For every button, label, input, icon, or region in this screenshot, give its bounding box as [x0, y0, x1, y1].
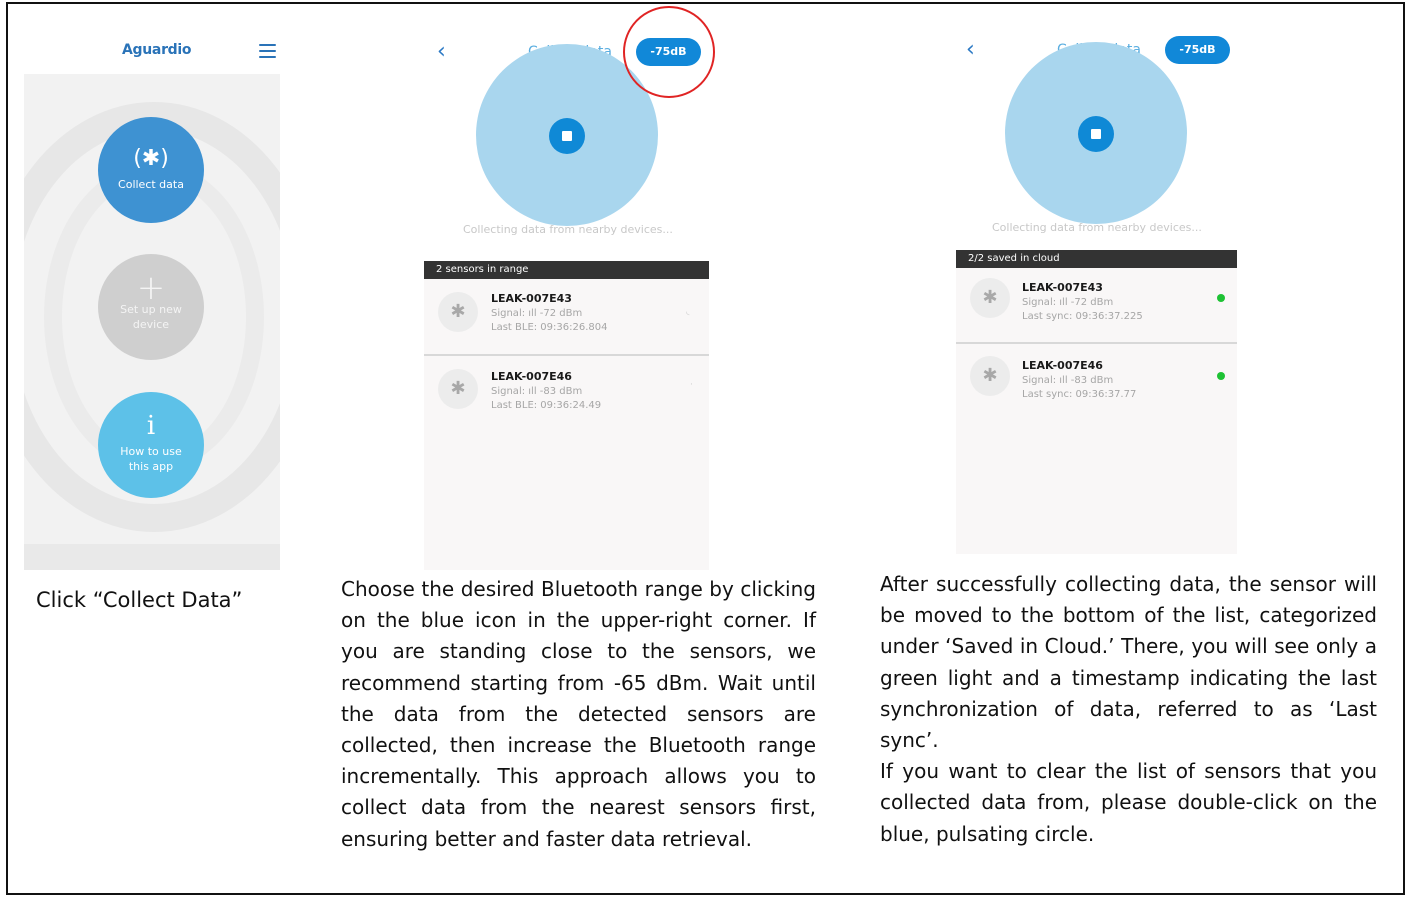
step3-text-a: After successfully collecting data, the …	[880, 572, 1377, 753]
chevron-left-icon: ‹	[966, 37, 975, 62]
collecting-status: Collecting data from nearby devices...	[992, 221, 1202, 234]
stop-button[interactable]	[549, 118, 585, 154]
sensor-row[interactable]: ✱ LEAK-007E46 Signal: ıll -83 dBm Last B…	[424, 356, 709, 433]
stop-icon	[562, 131, 572, 141]
sensor-row[interactable]: ✱ LEAK-007E43 Signal: ıll -72 dBm Last s…	[956, 268, 1237, 344]
sensor-name: LEAK-007E43	[1022, 281, 1103, 294]
step2-caption: Choose the desired Bluetooth range by cl…	[341, 574, 816, 855]
hamburger-menu-icon[interactable]	[259, 44, 276, 62]
setup-label-line2: device	[132, 318, 170, 331]
info-icon: i	[146, 411, 156, 441]
bluetooth-icon: (✱)	[133, 146, 169, 171]
setup-label-line1: Set up new	[120, 303, 182, 316]
step3-text-b: If you want to clear the list of sensors…	[880, 759, 1377, 846]
range-selector-button[interactable]: -75dB	[1165, 36, 1230, 64]
stop-button[interactable]	[1078, 116, 1114, 152]
saved-status-dot	[1217, 372, 1225, 380]
sensor-last-sync: Last sync: 09:36:37.225	[1022, 311, 1143, 322]
plus-icon: +	[136, 268, 166, 308]
chevron-left-icon: ‹	[437, 39, 446, 64]
loading-spinner-icon: ◟	[686, 307, 690, 317]
home-screen: Aguardio (✱) Collect data + Set up new d…	[24, 32, 280, 570]
list-header: 2 sensors in range	[424, 261, 709, 279]
howto-label-line1: How to use	[120, 445, 182, 458]
bluetooth-icon: ✱	[970, 278, 1010, 318]
app-logo: Aguardio	[122, 42, 192, 58]
sensor-last-ble: Last BLE: 09:36:26.804	[491, 322, 608, 333]
sensor-signal: Signal: ıll -83 dBm	[1022, 375, 1114, 386]
list-header: 2/2 saved in cloud	[956, 250, 1237, 268]
sensor-name: LEAK-007E43	[491, 292, 572, 305]
sensor-signal: Signal: ıll -72 dBm	[1022, 297, 1114, 308]
sensor-signal: Signal: ıll -72 dBm	[491, 308, 583, 319]
app-topbar: Aguardio	[24, 32, 280, 74]
collect-data-button[interactable]: (✱) Collect data	[98, 117, 204, 223]
bottom-bar	[24, 544, 280, 570]
collecting-status: Collecting data from nearby devices...	[463, 223, 673, 236]
saved-status-dot	[1217, 294, 1225, 302]
step2-text: Choose the desired Bluetooth range by cl…	[341, 577, 816, 851]
step1-caption: Click “Collect Data”	[36, 588, 243, 612]
sensor-row[interactable]: ✱ LEAK-007E43 Signal: ıll -72 dBm Last B…	[424, 279, 709, 356]
collect-data-label: Collect data	[118, 178, 184, 191]
bluetooth-icon: ✱	[438, 369, 478, 409]
sensor-list: 2 sensors in range ✱ LEAK-007E43 Signal:…	[424, 261, 709, 570]
bluetooth-icon: ✱	[438, 292, 478, 332]
sensor-signal: Signal: ıll -83 dBm	[491, 386, 583, 397]
sensor-name: LEAK-007E46	[1022, 359, 1103, 372]
setup-device-button[interactable]: + Set up new device	[98, 254, 204, 360]
howto-label-line2: this app	[128, 460, 174, 473]
sensor-list: 2/2 saved in cloud ✱ LEAK-007E43 Signal:…	[956, 250, 1237, 554]
stop-icon	[1091, 129, 1101, 139]
step3-caption: After successfully collecting data, the …	[880, 569, 1377, 850]
back-button[interactable]: ‹	[966, 37, 975, 62]
back-button[interactable]: ‹	[437, 39, 446, 64]
sensor-last-ble: Last BLE: 09:36:24.49	[491, 400, 602, 411]
sensor-last-sync: Last sync: 09:36:37.77	[1022, 389, 1137, 400]
bluetooth-icon: ✱	[970, 356, 1010, 396]
highlight-circle	[623, 6, 715, 98]
loading-spinner-icon: ·	[690, 380, 693, 390]
how-to-use-button[interactable]: i How to use this app	[98, 392, 204, 498]
sensor-name: LEAK-007E46	[491, 370, 572, 383]
sensor-row[interactable]: ✱ LEAK-007E46 Signal: ıll -83 dBm Last s…	[956, 344, 1237, 420]
